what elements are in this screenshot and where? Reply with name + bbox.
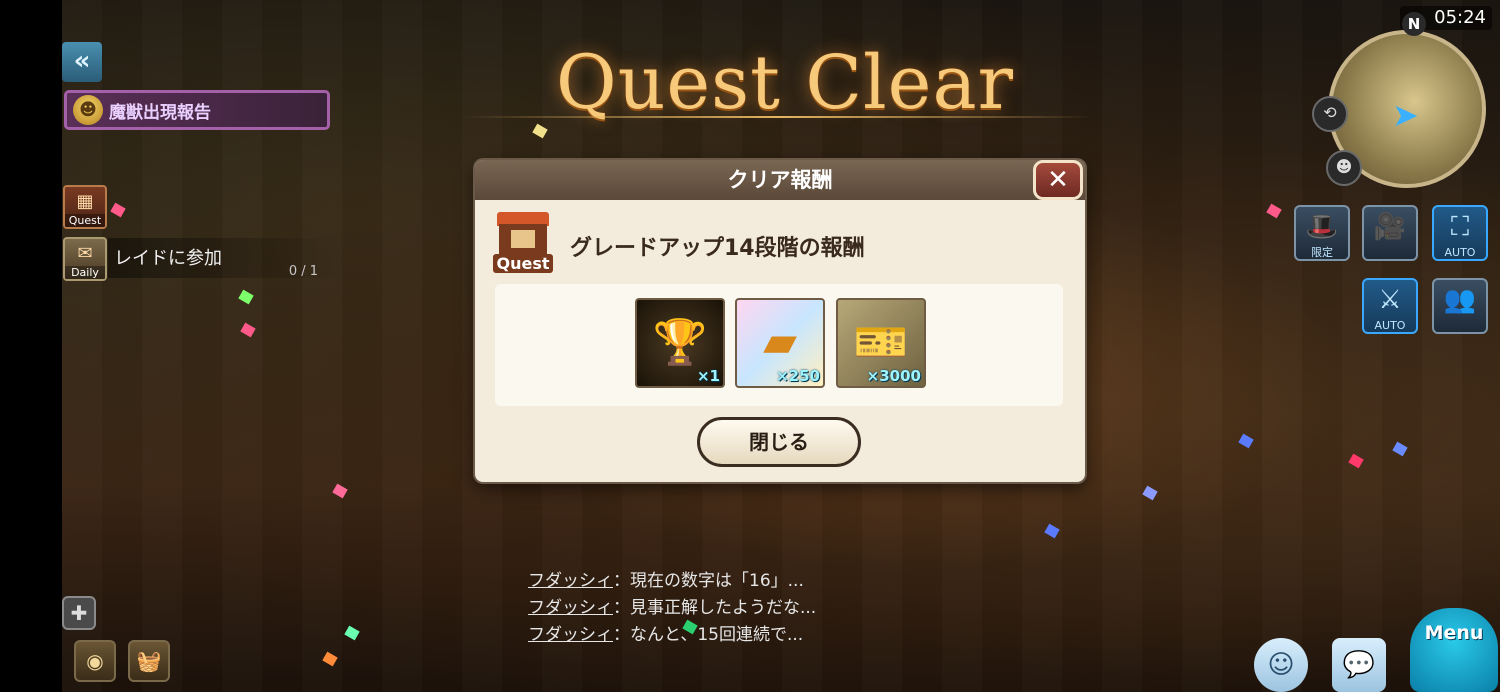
- menu-button[interactable]: Menu: [1410, 608, 1498, 692]
- gold-bar-icon: ▰: [763, 316, 797, 367]
- party-face-button[interactable]: ☻: [1326, 150, 1362, 186]
- compass-north: N: [1402, 12, 1426, 36]
- dialog-header: クリア報酬: [475, 160, 1085, 200]
- limited-event-button[interactable]: 🎩 限定: [1294, 205, 1350, 261]
- emote-button[interactable]: ☺: [1254, 638, 1308, 692]
- reward-item-ticket[interactable]: 🎫 ×3000: [836, 298, 926, 388]
- quest-tracker-label: Quest: [65, 214, 105, 227]
- chat-line: フダッシィ：見事正解したようだな...: [528, 595, 816, 622]
- chat-text: ：現在の数字は「16」...: [613, 571, 804, 591]
- reward-item-panel: 🏆 ×1 ▰ ×250 🎫 ×3000: [495, 284, 1063, 406]
- quest-shop-icon: ▦: [76, 191, 94, 212]
- smile-bubble-icon: ☺: [1267, 650, 1295, 680]
- pouch-icon: ◉: [86, 649, 104, 673]
- beast-mask-icon: ☻: [73, 95, 103, 125]
- chat-line: フダッシィ：なんと、15回連続で...: [528, 622, 816, 649]
- close-x-button[interactable]: ✕: [1033, 160, 1083, 200]
- daily-tracker-label: Daily: [65, 266, 105, 279]
- menu-label: Menu: [1424, 622, 1484, 644]
- ticket-icon: 🎫: [853, 317, 909, 368]
- chat-button[interactable]: 💬: [1332, 638, 1386, 692]
- chat-text: ：なんと、15回連続で...: [613, 625, 804, 645]
- daily-scroll-icon: ✉: [77, 243, 93, 264]
- quest-tracker-button[interactable]: ▦ Quest: [63, 185, 107, 229]
- chat-line: フダッシィ：現在の数字は「16」...: [528, 568, 816, 595]
- camera-button[interactable]: 🎥: [1362, 205, 1418, 261]
- reward-item-qty: ×3000: [866, 367, 921, 385]
- chat-speaker[interactable]: フダッシィ: [528, 571, 613, 591]
- daily-task-row[interactable]: レイドに参加 0 / 1: [108, 238, 348, 279]
- limited-label: 限定: [1311, 246, 1333, 259]
- reward-item-gold[interactable]: ▰ ×250: [735, 298, 825, 388]
- hat-icon: 🎩: [1305, 212, 1339, 242]
- auto-camera-button[interactable]: ⛶ AUTO: [1432, 205, 1488, 261]
- video-camera-icon: 🎥: [1373, 212, 1407, 242]
- quest-icon-box: [499, 224, 547, 254]
- left-letterbox: [0, 0, 62, 692]
- clear-reward-dialog: クリア報酬 Quest グレードアップ14段階の報酬 🏆 ×1 ▰ ×250 🎫…: [475, 160, 1085, 482]
- speech-bubble-icon: 💬: [1342, 650, 1376, 680]
- quest-icon-caption: Quest: [493, 254, 553, 273]
- reward-item-trophy[interactable]: 🏆 ×1: [635, 298, 725, 388]
- reward-item-qty: ×250: [776, 367, 820, 385]
- daily-task-title: レイドに参加: [114, 248, 222, 269]
- close-dialog-button[interactable]: 閉じる: [697, 417, 861, 467]
- back-button[interactable]: «: [62, 42, 102, 82]
- expand-plus-button[interactable]: ✚: [62, 596, 96, 630]
- chat-log[interactable]: フダッシィ：現在の数字は「16」... フダッシィ：見事正解したようだな... …: [528, 568, 816, 649]
- group-icon: 👥: [1443, 285, 1477, 315]
- event-banner[interactable]: ☻ 魔獣出現報告: [64, 90, 330, 130]
- player-arrow-icon: ➤: [1392, 96, 1419, 134]
- reward-item-qty: ×1: [696, 367, 720, 385]
- party-button[interactable]: 👥: [1432, 278, 1488, 334]
- crossed-swords-icon: ⚔: [1378, 285, 1402, 315]
- shop-basket-button[interactable]: 🧺: [128, 640, 170, 682]
- trophy-emblem-icon: 🏆: [652, 317, 708, 368]
- quest-clear-title: Quest Clear: [556, 40, 1014, 126]
- chat-text: ：見事正解したようだな...: [613, 598, 817, 618]
- basket-icon: 🧺: [136, 649, 162, 673]
- minimap-toggle-button[interactable]: ⟲: [1312, 96, 1348, 132]
- bag-button[interactable]: ◉: [74, 640, 116, 682]
- auto-label: AUTO: [1374, 319, 1406, 332]
- daily-tracker-button[interactable]: ✉ Daily: [63, 237, 107, 281]
- event-banner-label: 魔獣出現報告: [109, 102, 211, 123]
- title-underline: [465, 116, 1095, 118]
- auto-label: AUTO: [1444, 246, 1476, 259]
- chat-speaker[interactable]: フダッシィ: [528, 625, 613, 645]
- quest-icon: Quest: [493, 212, 553, 274]
- daily-task-progress: 0 / 1: [288, 264, 318, 279]
- auto-battle-button[interactable]: ⚔ AUTO: [1362, 278, 1418, 334]
- chat-speaker[interactable]: フダッシィ: [528, 598, 613, 618]
- auto-frame-icon: ⛶: [1450, 212, 1470, 242]
- reward-title: グレードアップ14段階の報酬: [570, 236, 865, 261]
